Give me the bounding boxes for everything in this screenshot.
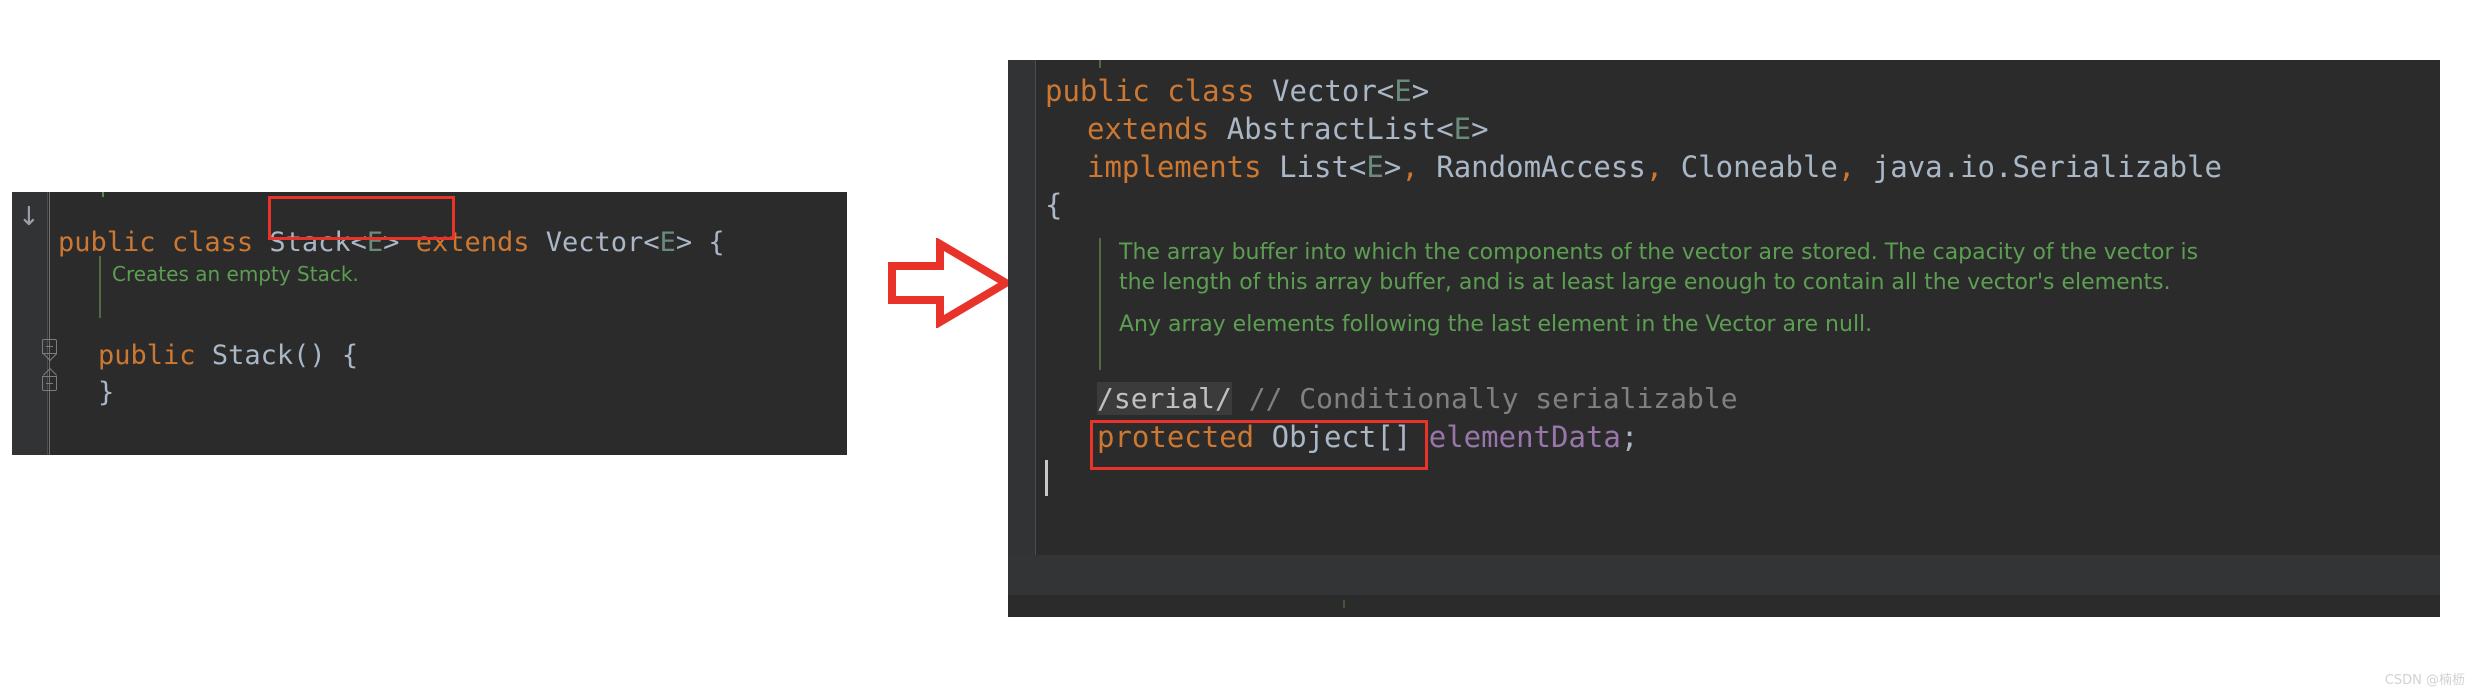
right-javadoc-clip-bar [1099,60,1101,68]
gt-r3: > [1383,150,1402,184]
left-javadoc-text: Creates an empty Stack. [112,262,359,286]
csdn-watermark: CSDN @楠枥 [2384,673,2465,688]
kw-extends: extends [415,227,530,258]
serial-comment: // Conditionally serializable [1248,382,1738,415]
lt-r3: < [1348,150,1367,184]
type-vector-r: Vector [1272,74,1377,108]
comma-3: , [1837,150,1856,184]
right-javadoc-paragraph-1-line-2: the length of this array buffer, and is … [1119,270,2171,295]
left-javadoc-clip-bar [102,192,104,197]
iface-randomaccess: RandomAccess [1436,150,1646,184]
generic-e-r3: E [1366,150,1384,184]
ctor-stack: Stack [211,340,294,371]
iface-cloneable: Cloneable [1680,150,1838,184]
open-brace-1: { [708,227,725,258]
right-editor-gutter[interactable] [1008,60,1036,617]
kw-extends-r: extends [1087,112,1210,146]
kw-implements: implements [1087,150,1262,184]
left-code-line-ctor-close[interactable]: } [98,377,114,408]
generic-e-1: E [366,227,384,258]
run-down-arrow-icon[interactable]: ↓ [18,204,40,230]
close-brace-1: } [98,377,115,408]
right-bottom-javadoc-sliver [1343,600,1345,608]
comma-2: , [1645,150,1664,184]
left-code-area[interactable]: public class Stack<E> extends Vector<E> … [50,192,847,455]
right-code-line-serial-tag[interactable]: /serial/ // Conditionally serializable [1097,382,1738,415]
right-javadoc-paragraph-2: Any array elements following the last el… [1119,312,1873,337]
type-vector: Vector [545,227,644,258]
type-stack: Stack [269,227,351,258]
lt-r1: < [1376,74,1395,108]
open-brace-r: { [1045,188,1063,222]
right-code-line-open-brace[interactable]: { [1045,188,1062,222]
right-code-line-field-decl[interactable]: protected Object[] elementData; [1097,420,1638,454]
lt-r2: < [1436,112,1454,146]
right-code-line-extends[interactable]: extends AbstractList<E> [1087,112,1489,146]
kw-public-r: public [1045,74,1150,108]
semicolon: ; [1620,420,1639,454]
text-caret [1045,460,1048,496]
generic-e-2: E [659,227,676,258]
right-javadoc-paragraph-1-line-1: The array buffer into which the componen… [1119,240,2199,265]
kw-public: public [58,227,156,258]
right-code-line-class-decl[interactable]: public class Vector<E> [1045,74,1429,108]
lt-2: < [643,227,660,258]
type-abstractlist: AbstractList [1226,112,1437,146]
field-elementdata: elementData [1428,420,1621,454]
gt-2: > [675,227,693,258]
left-code-line-ctor[interactable]: public Stack() { [98,340,358,371]
right-javadoc-bar [1099,238,1101,370]
right-code-line-implements[interactable]: implements List<E>, RandomAccess, Clonea… [1087,150,2222,184]
kw-public-ctor: public [98,340,196,371]
right-editor-dim-band [1008,555,2440,595]
serial-tag: /serial/ [1097,382,1232,415]
iface-serializable: java.io.Serializable [1872,150,2222,184]
right-editor-panel[interactable]: ' ' ' public class Vector<E> extends Abs… [1008,60,2440,617]
generic-e-r2: E [1453,112,1472,146]
kw-class: class [171,227,254,258]
gt-r2: > [1471,112,1489,146]
ctor-parens: () [293,340,326,371]
arrow-icon [888,236,1014,330]
iface-list: List [1279,150,1349,184]
gt-r1: > [1411,74,1430,108]
kw-protected: protected [1097,420,1255,454]
right-arrow-annotation [888,236,1014,330]
left-code-line-class-decl[interactable]: public class Stack<E> extends Vector<E> … [58,227,725,258]
generic-e-r1: E [1394,74,1412,108]
right-code-area[interactable]: ' ' ' public class Vector<E> extends Abs… [1037,60,2440,617]
lt-1: < [350,227,367,258]
right-editor-bottom-strip [1008,595,2440,617]
left-javadoc-bar [99,256,101,318]
open-brace-2: { [341,340,359,371]
type-object-array: Object[] [1271,420,1412,454]
gt-1: > [383,227,400,258]
kw-class-r: class [1167,74,1255,108]
left-editor-panel[interactable]: ↓ public class Stack<E> extends Vector<E… [12,192,847,455]
comma-1: , [1401,150,1419,184]
